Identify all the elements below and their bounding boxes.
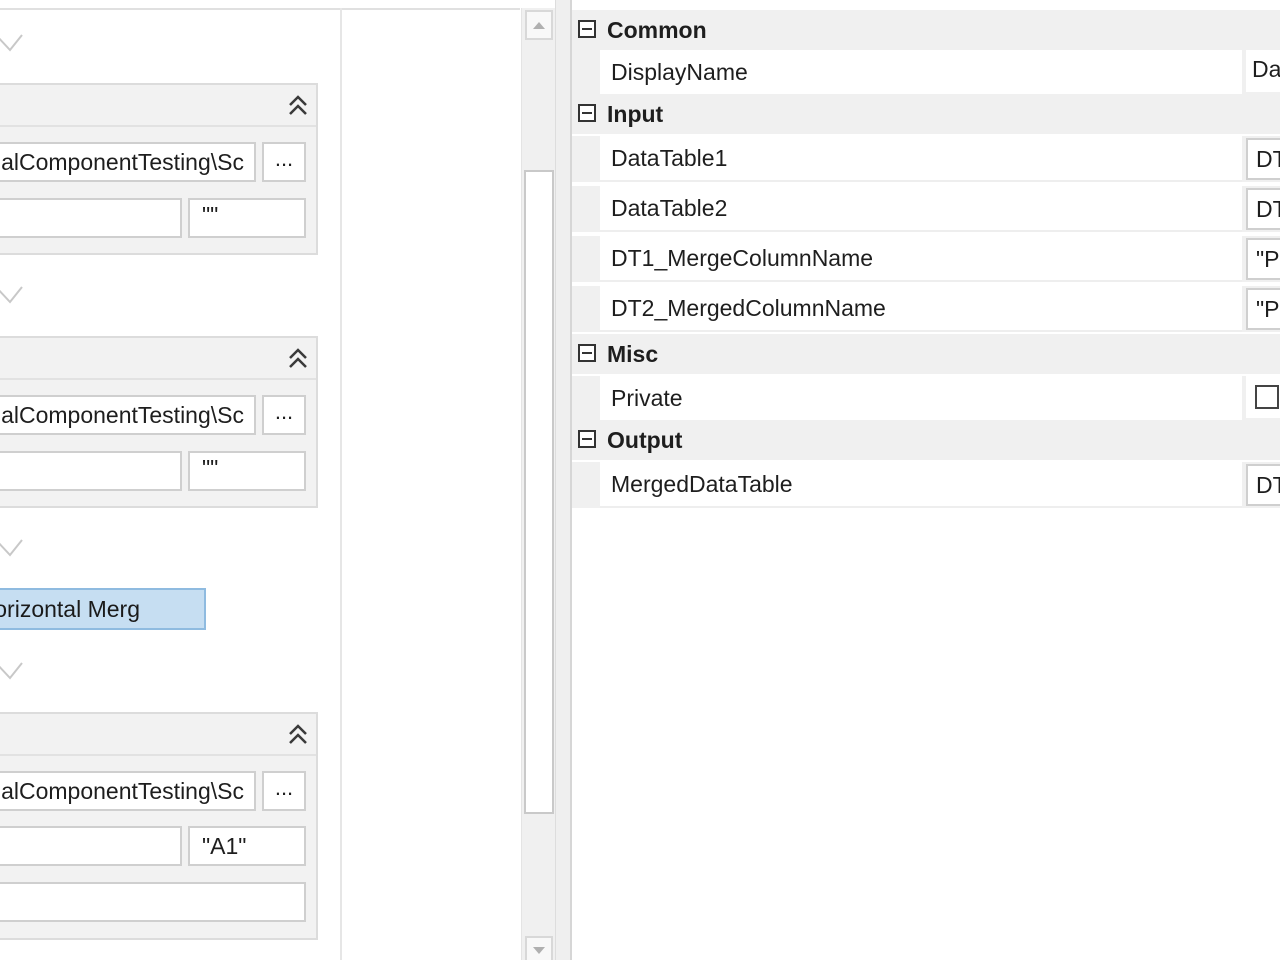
property-row-dt2-mergedcolumnname[interactable]: DT2_MergedColumnName "P: [572, 286, 1280, 332]
flow-arrow-icon: [0, 286, 23, 304]
browse-button[interactable]: ...: [262, 771, 306, 811]
property-row-mergeddatatable[interactable]: MergedDataTable DT: [572, 462, 1280, 508]
property-name-cell: DataTable1: [600, 136, 1242, 182]
property-name-cell: DisplayName: [600, 50, 1242, 96]
workbook-path-input[interactable]: C:\Test\FunctionalComponentTesting\Sc: [0, 771, 256, 811]
activity-header[interactable]: [0, 714, 316, 756]
workbook-path-input[interactable]: C:\Test\FunctionalComponentTesting\Sc: [0, 142, 256, 182]
triangle-down-icon: [533, 947, 545, 954]
selected-activity-horizontal-merge[interactable]: Horizontal Merg: [0, 588, 206, 630]
activity-header[interactable]: [0, 85, 316, 127]
property-row-displayname[interactable]: DisplayName Da: [572, 50, 1280, 96]
property-name-cell: MergedDataTable: [600, 462, 1242, 508]
property-row-datatable2[interactable]: DataTable2 DT: [572, 186, 1280, 232]
property-name-cell: Private: [600, 376, 1242, 422]
minus-box-icon[interactable]: [578, 430, 596, 448]
property-row-private[interactable]: Private: [572, 376, 1280, 422]
category-label: Output: [607, 427, 683, 453]
range-input[interactable]: "": [188, 198, 306, 238]
property-value-dt1-mergecolumnname[interactable]: "P: [1246, 238, 1280, 280]
workflow-designer-canvas[interactable]: C:\Test\FunctionalComponentTesting\Sc ..…: [0, 0, 555, 960]
flow-arrow-icon: [0, 34, 23, 52]
property-name-cell: DataTable2: [600, 186, 1242, 232]
property-value-mergeddatatable[interactable]: DT: [1246, 464, 1280, 506]
category-label: Input: [607, 101, 664, 127]
category-common[interactable]: Common: [572, 10, 1280, 50]
property-row-dt1-mergecolumnname[interactable]: DT1_MergeColumnName "P: [572, 236, 1280, 282]
canvas-divider: [340, 8, 342, 960]
activity-header[interactable]: [0, 338, 316, 380]
workbook-path-input[interactable]: C:\Test\FunctionalComponentTesting\Sc: [0, 395, 256, 435]
property-row-datatable1[interactable]: DataTable1 DT: [572, 136, 1280, 182]
property-value-dt2-mergedcolumnname[interactable]: "P: [1246, 288, 1280, 330]
triangle-up-icon: [533, 22, 545, 29]
sheet-name-input[interactable]: [0, 451, 182, 491]
double-chevron-up-icon[interactable]: [286, 346, 310, 370]
private-checkbox[interactable]: [1255, 385, 1279, 409]
property-value-datatable2[interactable]: DT: [1246, 188, 1280, 230]
sheet-name-input[interactable]: [0, 826, 182, 866]
category-output[interactable]: Output: [572, 420, 1280, 460]
output-input[interactable]: [0, 882, 306, 922]
flow-arrow-icon: [0, 662, 23, 680]
properties-panel: Common DisplayName Da Input DataTable1 D…: [572, 0, 1280, 960]
category-input[interactable]: Input: [572, 94, 1280, 134]
flow-arrow-icon: [0, 539, 23, 557]
scroll-down-button[interactable]: [525, 936, 553, 960]
property-name-cell: DT2_MergedColumnName: [600, 286, 1242, 332]
vertical-scrollbar[interactable]: [521, 8, 555, 960]
scroll-thumb[interactable]: [524, 170, 554, 814]
canvas-top-border: [0, 0, 520, 10]
property-value-datatable1[interactable]: DT: [1246, 138, 1280, 180]
category-label: Misc: [607, 341, 659, 367]
browse-button[interactable]: ...: [262, 395, 306, 435]
category-misc[interactable]: Misc: [572, 334, 1280, 374]
property-name-cell: DT1_MergeColumnName: [600, 236, 1242, 282]
minus-box-icon[interactable]: [578, 104, 596, 122]
range-input[interactable]: "": [188, 451, 306, 491]
minus-box-icon[interactable]: [578, 344, 596, 362]
minus-box-icon[interactable]: [578, 20, 596, 38]
double-chevron-up-icon[interactable]: [286, 93, 310, 117]
category-label: Common: [607, 17, 707, 43]
range-input[interactable]: "A1": [188, 826, 306, 866]
scroll-up-button[interactable]: [525, 10, 553, 40]
sheet-name-input[interactable]: [0, 198, 182, 238]
property-value-displayname[interactable]: Da: [1246, 50, 1280, 92]
double-chevron-up-icon[interactable]: [286, 722, 310, 746]
browse-button[interactable]: ...: [262, 142, 306, 182]
panel-splitter[interactable]: [555, 0, 572, 960]
ide-window: C:\Test\FunctionalComponentTesting\Sc ..…: [0, 0, 1280, 960]
